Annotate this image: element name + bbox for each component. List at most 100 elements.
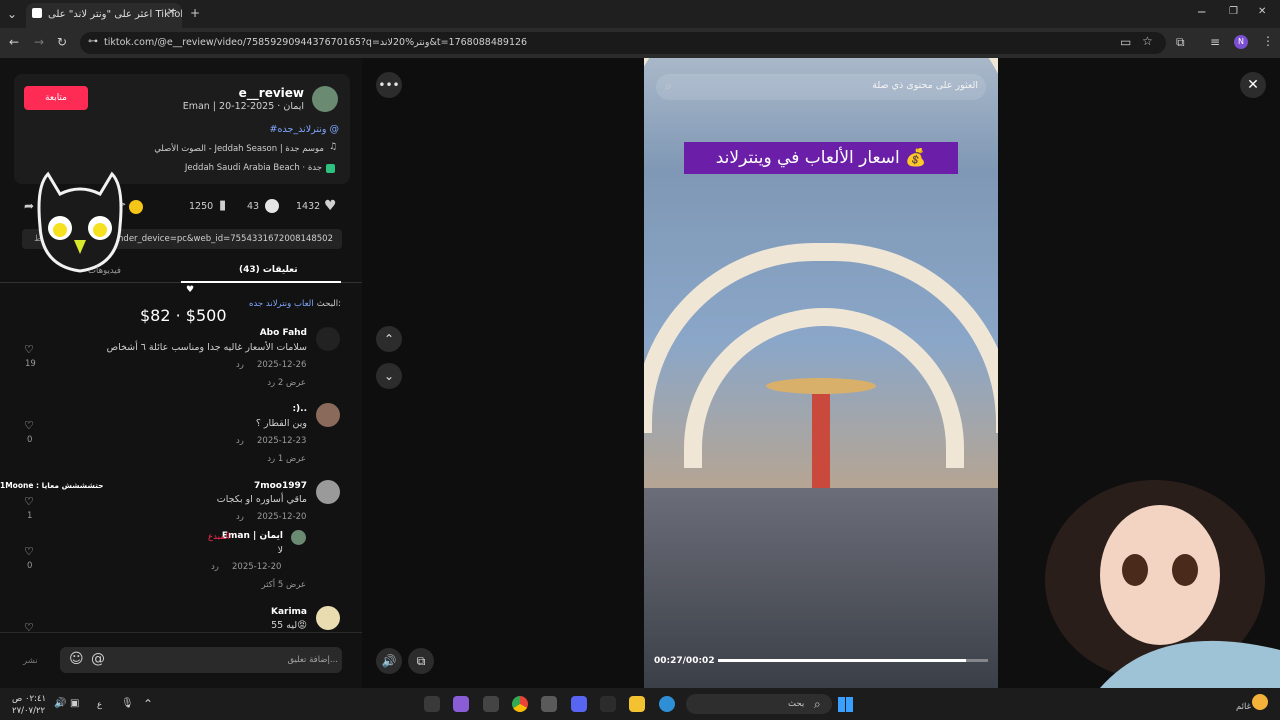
reply-button[interactable]: رد [236,360,244,370]
language-indicator[interactable]: ع [97,700,102,710]
new-tab-button[interactable]: + [190,7,200,19]
comment-like-icon[interactable]: ♡ [24,546,34,557]
post-button[interactable]: نشر [23,656,38,666]
comment-date: 2025-12-23 [257,436,307,446]
speaker-icon[interactable]: 🔊 [54,699,66,709]
next-video-button[interactable]: ⌄ [376,363,402,389]
file-explorer-icon[interactable] [629,696,645,712]
heart-icon[interactable]: ♥ [324,199,337,213]
mention-icon[interactable]: @ [91,652,105,666]
music-note-icon: ♫ [329,142,338,152]
video-time: 00:27/00:02 [654,656,715,666]
reading-list-icon[interactable]: ≡ [1210,36,1220,48]
windows-start-icon[interactable] [838,697,853,712]
taskbar-date[interactable]: ٢٧/٠٧/٢٢ [12,706,45,716]
reply-button[interactable]: رد [211,562,219,572]
browser-tab[interactable]: اعثر على "ونتر لاند" على TikTok [26,3,182,28]
volume-button[interactable]: 🔊 [376,648,402,674]
comment-avatar[interactable] [316,606,340,630]
forward-arrow-icon[interactable]: → [34,36,44,48]
more-menu-icon[interactable]: ⋮ [1262,35,1274,47]
url-text[interactable]: tiktok.com/@e__review/video/758592909443… [104,37,527,48]
stream-chat-overlay: 1Moone : حتشششش معايا [0,481,104,490]
bookmark-star-icon[interactable]: ☆ [1142,35,1153,47]
microphone-icon[interactable]: 🎙 [121,699,134,709]
weather-icon[interactable] [1252,694,1268,710]
author-meta: Eman | ايمان · 2025-12-20 [182,101,304,112]
app-icon[interactable] [600,696,616,712]
comment-avatar[interactable] [316,403,340,427]
taskbar-search-label[interactable]: بحث [788,699,804,709]
view-replies-button[interactable]: عرض 1 رد [267,454,306,464]
comment-avatar[interactable] [316,480,340,504]
site-info-icon[interactable]: ⊶ [88,37,98,47]
comment-like-count: 0 [27,561,33,571]
comment-text: لا [277,545,283,556]
comment-like-icon[interactable]: ♡ [24,344,34,355]
back-arrow-icon[interactable]: ← [9,36,19,48]
taskbar-time[interactable]: ٠٢:٤١ ص [12,694,46,704]
more-share-icon[interactable] [129,200,143,214]
previous-video-button[interactable]: ⌃ [376,326,402,352]
share-link-text[interactable]: p?sender_device=pc&web_id=75543316720081… [98,234,333,244]
saves-count: 1250 [189,201,214,212]
reply-author[interactable]: Eman | ايمان [222,531,283,541]
music-title[interactable]: الصوت الأصلي - Jeddah Season | موسم جدة [154,144,324,154]
comment-input-placeholder[interactable]: إضافة تعليق... [287,655,338,665]
window-close-icon[interactable]: ✕ [1258,7,1266,17]
maximize-icon[interactable]: ❐ [1229,7,1238,17]
comment-date: 2025-12-20 [232,562,282,572]
network-icon[interactable]: ▣ [70,699,79,709]
comment-author[interactable]: Karima [271,607,307,617]
app-icon[interactable] [453,696,469,712]
tab-menu-chevron-icon[interactable]: ⌄ [7,8,17,20]
author-username[interactable]: e__review [239,86,304,100]
reply-button[interactable]: رد [236,436,244,446]
comment-author[interactable]: Abo Fahd [260,328,307,338]
reply-avatar[interactable] [291,530,306,545]
picture-in-picture-button[interactable]: ⧉ [408,648,434,674]
follow-button[interactable]: متابعة [24,86,88,110]
comment-like-count: 1 [27,511,33,521]
cast-icon[interactable]: ▭ [1120,36,1131,48]
tray-chevron-icon[interactable]: ⌃ [143,698,153,710]
app-icon[interactable] [424,696,440,712]
settings-gear-icon[interactable] [541,696,557,712]
chrome-icon[interactable] [512,696,528,712]
tab-videos[interactable]: فيديوهات [88,266,121,276]
view-replies-button[interactable]: عرض 2 رد [267,378,306,388]
comment-like-icon[interactable]: ♡ [24,420,34,431]
comments-count: 43 [247,201,260,212]
view-more-replies-button[interactable]: عرض 5 أكثر [261,580,306,590]
hashtag-link[interactable]: #ونترلاند_جده @ [270,124,339,135]
price-overlay: $82 · $500 [140,306,227,325]
comment-avatar[interactable] [316,327,340,351]
video-search-placeholder[interactable]: العثور على محتوى ذي صلة [872,80,978,91]
app-icon[interactable] [483,696,499,712]
discord-icon[interactable] [571,696,587,712]
bookmark-icon[interactable]: ▮ [219,199,226,212]
comment-like-icon[interactable]: ♡ [24,496,34,507]
location-text[interactable]: Jeddah Saudi Arabia Beach · جدة [185,163,322,173]
emoji-icon[interactable]: ☺ [69,652,84,666]
search-suggestion-query[interactable]: العاب ونترلاند جده [249,299,314,309]
comment-author[interactable]: 7moo1997 [254,481,307,491]
weather-text[interactable]: غائم [1236,702,1251,712]
more-options-button[interactable]: ••• [376,72,402,98]
reply-button[interactable]: رد [236,512,244,522]
author-avatar[interactable] [312,86,338,112]
taskbar-search-icon[interactable]: ⌕ [814,698,821,710]
comment-author[interactable]: :).. [292,404,307,414]
extensions-icon[interactable]: ⧉ [1176,36,1185,48]
reload-icon[interactable]: ↻ [57,36,67,48]
edge-icon[interactable] [659,696,675,712]
comment-bubble-icon[interactable] [265,199,279,213]
tab-comments[interactable]: (43) تعليقات [239,265,298,275]
close-icon[interactable]: ✕ [1240,72,1266,98]
profile-avatar[interactable]: N [1234,35,1248,49]
minimize-icon[interactable]: ─ [1198,6,1205,18]
taskbar-search[interactable] [686,694,832,714]
search-icon[interactable]: ⌕ [665,80,672,92]
tab-close-icon[interactable]: ✕ [167,8,175,18]
video-caption-text: اسعار الألعاب في وينترلاند 💰 [715,148,927,168]
